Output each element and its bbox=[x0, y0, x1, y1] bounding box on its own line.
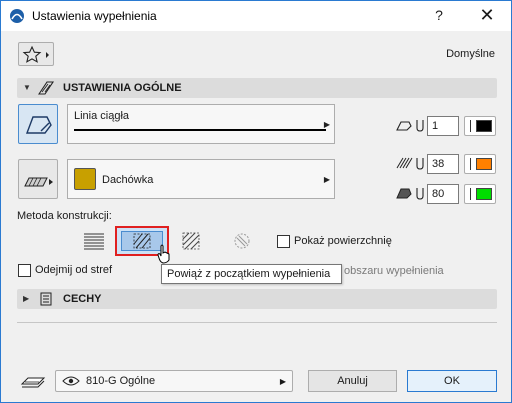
properties-icon bbox=[40, 292, 52, 306]
cancel-button[interactable]: Anuluj bbox=[308, 370, 397, 392]
subtract-zones-label: Odejmij od stref bbox=[35, 264, 113, 276]
fill-pen-icon bbox=[396, 157, 424, 170]
pen-color-chip bbox=[476, 120, 492, 132]
line-type-select[interactable]: Linia ciągła ▶ bbox=[67, 104, 335, 144]
method-distorted-icon[interactable] bbox=[227, 229, 257, 253]
archicad-app-icon bbox=[10, 9, 24, 23]
subtract-zones-checkbox[interactable] bbox=[18, 264, 31, 277]
close-button[interactable]: ✕ bbox=[475, 5, 499, 27]
show-surface-checkbox[interactable] bbox=[277, 235, 290, 248]
section-general-settings[interactable]: ▼ USTAWIENIA OGÓLNE bbox=[17, 78, 497, 98]
chevron-right-icon: ▶ bbox=[323, 120, 330, 129]
line-type-icon bbox=[25, 116, 52, 134]
favorites-button[interactable] bbox=[18, 42, 54, 66]
pen-divider bbox=[470, 188, 471, 200]
preset-name: Domyślne bbox=[446, 48, 495, 60]
line-sample bbox=[74, 129, 326, 131]
chevron-right-icon: ▶ bbox=[279, 377, 286, 386]
contour-pen-input[interactable]: 1 bbox=[427, 116, 459, 136]
construction-method-label: Metoda konstrukcji: bbox=[17, 210, 112, 222]
tooltip: Powiąż z początkiem wypełnienia bbox=[161, 264, 342, 284]
fill-pen-input[interactable]: 38 bbox=[427, 154, 459, 174]
background-pen-color-button[interactable] bbox=[464, 184, 496, 204]
section-properties[interactable]: ▶ CECHY bbox=[17, 289, 497, 309]
expand-down-icon: ▼ bbox=[23, 83, 31, 92]
pen-divider bbox=[470, 120, 471, 132]
link-origin-fill-icon bbox=[133, 233, 151, 249]
layer-name: 810-G Ogólne bbox=[86, 375, 156, 387]
help-button[interactable]: ? bbox=[429, 7, 449, 25]
window-title: Ustawienia wypełnienia bbox=[32, 9, 157, 23]
pen-color-chip bbox=[476, 158, 492, 170]
cursor-hand-icon bbox=[157, 244, 170, 264]
eye-icon bbox=[62, 376, 80, 386]
layer-select[interactable]: 810-G Ogólne ▶ bbox=[55, 370, 293, 392]
fill-pen-color-button[interactable] bbox=[464, 154, 496, 174]
fill-type-icon bbox=[24, 177, 53, 187]
title-bar: Ustawienia wypełnienia ? ✕ bbox=[1, 1, 511, 31]
pen-color-chip bbox=[476, 188, 492, 200]
show-surface-label: Pokaż powierzchnię bbox=[294, 235, 392, 247]
expand-right-icon: ▶ bbox=[23, 294, 30, 303]
section-title: CECHY bbox=[63, 293, 102, 305]
background-pen-input[interactable]: 80 bbox=[427, 184, 459, 204]
fill-type-name: Dachówka bbox=[102, 174, 154, 186]
fill-area-label: obszaru wypełnienia bbox=[344, 265, 444, 277]
dialog-window: Ustawienia wypełnienia ? ✕ Domyślne ▼ US… bbox=[0, 0, 512, 403]
line-type-button[interactable] bbox=[18, 104, 58, 144]
divider bbox=[17, 322, 497, 323]
fill-type-button[interactable] bbox=[18, 159, 58, 199]
section-title: USTAWIENIA OGÓLNE bbox=[63, 82, 182, 94]
line-type-name: Linia ciągła bbox=[74, 110, 130, 122]
background-pen-icon bbox=[396, 188, 424, 200]
star-icon bbox=[22, 45, 49, 63]
fill-type-select[interactable]: Dachówka ▶ bbox=[67, 159, 335, 199]
contour-pen-color-button[interactable] bbox=[464, 116, 496, 136]
method-parallel-icon[interactable] bbox=[79, 229, 109, 253]
fill-settings-icon bbox=[37, 81, 55, 95]
pen-divider bbox=[470, 158, 471, 170]
method-rotated-icon[interactable] bbox=[177, 229, 207, 253]
chevron-right-icon: ▶ bbox=[323, 175, 330, 184]
ok-button[interactable]: OK bbox=[407, 370, 497, 392]
fill-swatch bbox=[74, 168, 96, 190]
contour-pen-icon bbox=[396, 120, 424, 132]
layers-icon bbox=[20, 377, 46, 388]
